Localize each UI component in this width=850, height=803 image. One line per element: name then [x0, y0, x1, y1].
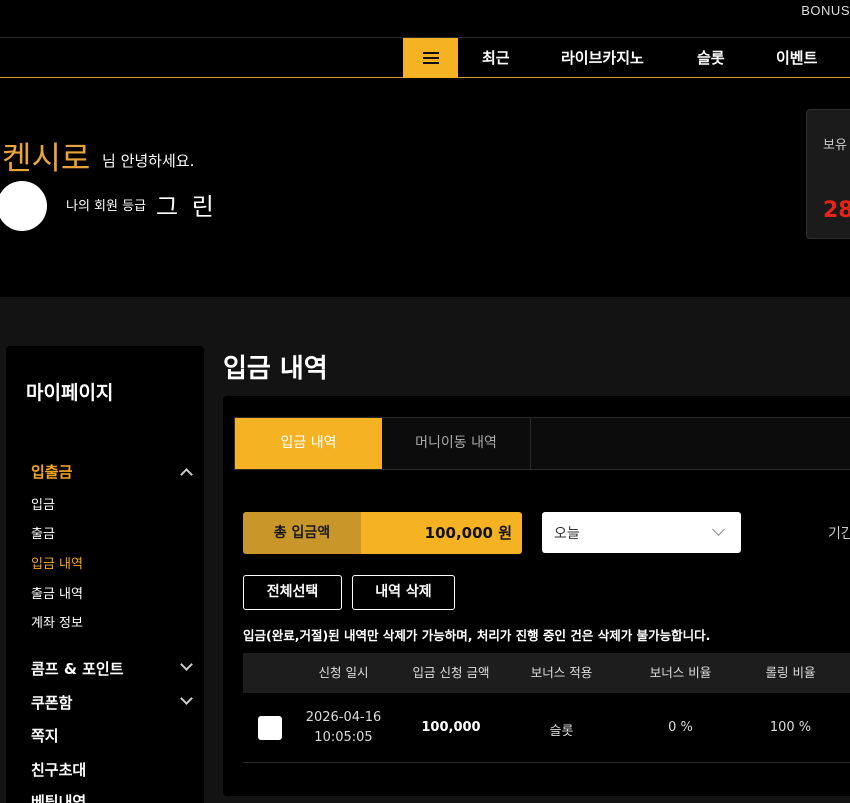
sidebar-group-label: 친구초대 [31, 761, 87, 779]
table-header: 신청 일시 입금 신청 금액 보너스 적용 보너스 비율 롤링 비율 [243, 653, 850, 693]
page-title: 입금 내역 [223, 354, 328, 384]
tab-money-transfer-history[interactable]: 머니이동 내역 [382, 418, 531, 469]
nav-item-event[interactable]: 이벤트 [776, 38, 817, 78]
row-date: 2026-04-16 [305, 710, 382, 725]
tab-deposit-history[interactable]: 입금 내역 [235, 418, 382, 469]
grade-value: 그 린 [156, 193, 217, 221]
tab-bar: 입금 내역 머니이동 내역 [234, 417, 850, 470]
total-deposit-value: 100,000 원 [361, 512, 522, 554]
balance-card: 보유 28 [806, 109, 850, 239]
top-strip: BONUS [0, 0, 850, 38]
sidebar: 마이페이지 입출금 입금 출금 입금 내역 출금 내역 계좌 정보 콤프 & 포… [6, 346, 204, 803]
balance-value: 28 [823, 198, 850, 223]
hamburger-icon [422, 52, 439, 64]
grade-label: 나의 회원 등급 [66, 199, 147, 214]
delete-notice: 입금(완료,거절)된 내역만 삭제가 가능하며, 처리가 진행 중인 건은 삭제… [243, 628, 711, 643]
row-bonus-rate: 0 % [668, 720, 693, 735]
sidebar-item-invite-friend[interactable]: 친구초대 [31, 759, 191, 780]
select-all-button[interactable]: 전체선택 [243, 575, 342, 610]
sidebar-group-comp-point[interactable]: 콤프 & 포인트 [31, 658, 193, 679]
sidebar-group-label: 쿠폰함 [31, 694, 73, 712]
delete-history-button[interactable]: 내역 삭제 [352, 575, 455, 610]
total-deposit-label: 총 입금액 [243, 512, 361, 554]
sidebar-group-coupon[interactable]: 쿠폰함 [31, 692, 193, 713]
sidebar-item-bet-history[interactable]: 베팅내역 [31, 791, 191, 803]
sidebar-item-messages[interactable]: 쪽지 [31, 725, 191, 746]
sidebar-item-account-info[interactable]: 계좌 정보 [31, 612, 83, 631]
row-amount: 100,000 [421, 720, 481, 735]
table-row: 2026-04-16 10:05:05 100,000 슬롯 0 % 100 % [243, 693, 850, 763]
chevron-down-icon [180, 692, 193, 705]
row-rolling-rate: 100 % [769, 720, 812, 735]
total-deposit-box: 총 입금액 100,000 원 [243, 512, 522, 554]
column-header-rolling-rate: 롤링 비율 [765, 665, 816, 680]
nav-item-live-casino[interactable]: 라이브카지노 [561, 38, 644, 78]
column-header-bonus-rate: 보너스 비율 [649, 665, 712, 680]
row-time: 10:05:05 [314, 730, 373, 745]
sidebar-title: 마이페이지 [26, 382, 114, 404]
sidebar-group-label: 베팅내역 [31, 793, 87, 803]
sidebar-item-deposit-history[interactable]: 입금 내역 [31, 553, 83, 572]
menu-button[interactable] [403, 38, 458, 78]
period-label: 기간 [828, 526, 850, 542]
profile-section: 켄시로 님 안녕하세요. 나의 회원 등급 그 린 보유 28 [0, 79, 850, 297]
chevron-down-icon [712, 523, 725, 536]
period-select-value: 오늘 [554, 526, 580, 542]
nav-item-recent[interactable]: 최근 [482, 38, 510, 78]
nav-item-slot[interactable]: 슬롯 [697, 38, 725, 78]
avatar [0, 181, 47, 231]
period-select[interactable]: 오늘 [542, 512, 741, 553]
row-checkbox[interactable] [258, 716, 282, 740]
greeting-text: 님 안녕하세요. [102, 152, 195, 170]
username: 켄시로 [2, 139, 91, 177]
sidebar-item-withdraw[interactable]: 출금 [31, 523, 55, 542]
sidebar-group-label: 쪽지 [31, 727, 59, 745]
sidebar-item-deposit[interactable]: 입금 [31, 494, 55, 513]
chevron-up-icon [180, 468, 193, 481]
sidebar-group-label: 콤프 & 포인트 [31, 660, 124, 678]
balance-label: 보유 [823, 138, 847, 153]
main-nav: 최근 라이브카지노 슬롯 이벤트 [0, 38, 850, 78]
sidebar-item-withdraw-history[interactable]: 출금 내역 [31, 583, 83, 602]
sidebar-group-label: 입출금 [31, 463, 73, 481]
column-header-date: 신청 일시 [318, 665, 369, 680]
row-bonus: 슬롯 [549, 724, 574, 739]
column-header-amount: 입금 신청 금액 [412, 665, 490, 680]
bonus-label[interactable]: BONUS [801, 3, 850, 18]
chevron-down-icon [180, 658, 193, 671]
column-header-bonus: 보너스 적용 [530, 665, 593, 680]
sidebar-group-deposit-withdraw[interactable]: 입출금 [31, 461, 193, 482]
